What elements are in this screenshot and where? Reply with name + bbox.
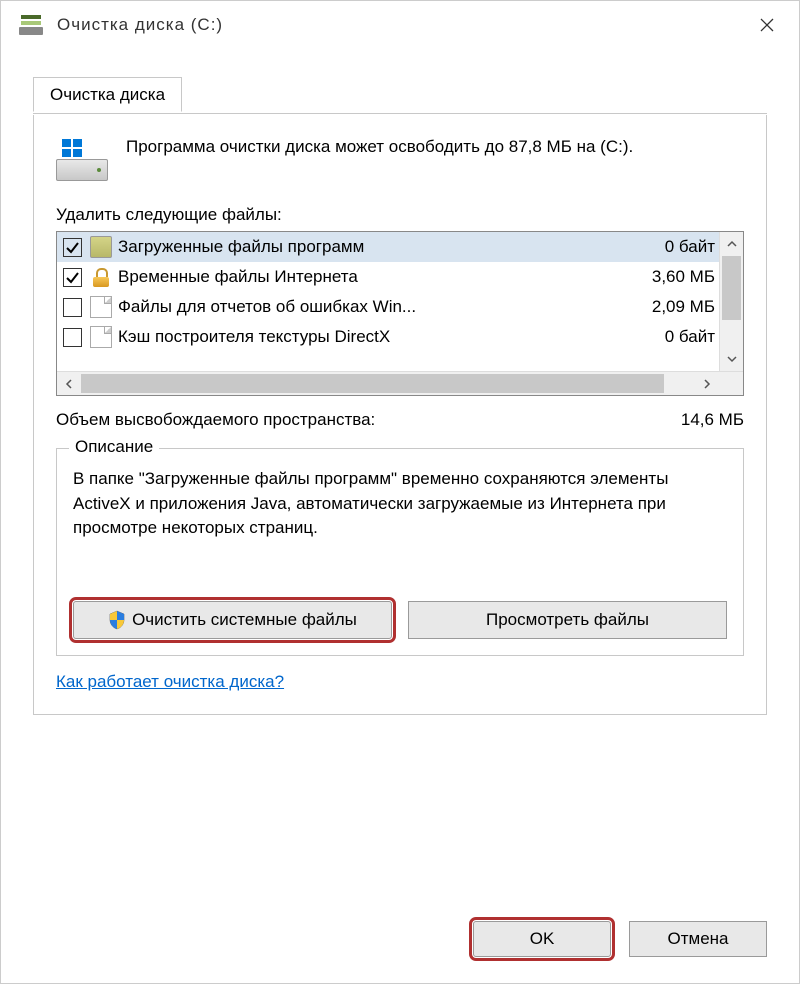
item-size: 2,09 МБ [652,297,715,317]
checkbox[interactable] [63,268,82,287]
description-title: Описание [69,437,159,457]
item-name: Файлы для отчетов об ошибках Win... [118,297,644,317]
description-group: Описание В папке "Загруженные файлы прог… [56,448,744,656]
close-icon [759,17,775,33]
disk-cleanup-window: Очистка диска (C:) Очистка диска Програм… [0,0,800,984]
scroll-thumb-h[interactable] [81,374,664,393]
list-label: Удалить следующие файлы: [56,205,744,225]
titlebar: Очистка диска (C:) [1,1,799,49]
tab-body: Программа очистки диска может освободить… [33,115,767,715]
scroll-right-icon[interactable] [695,372,719,395]
item-name: Кэш построителя текстуры DirectX [118,327,657,347]
checkbox[interactable] [63,238,82,257]
list-item[interactable]: Файлы для отчетов об ошибках Win... 2,09 … [57,292,719,322]
horizontal-scrollbar[interactable] [57,371,743,395]
scroll-down-icon[interactable] [720,347,743,371]
info-text: Программа очистки диска может освободить… [126,135,633,159]
footer-buttons: OK Отмена [473,921,767,957]
how-it-works-link[interactable]: Как работает очистка диска? [56,672,284,691]
vertical-scrollbar[interactable] [719,232,743,371]
checkbox[interactable] [63,328,82,347]
list-item[interactable]: Загруженные файлы программ 0 байт [57,232,719,262]
view-files-button[interactable]: Просмотреть файлы [408,601,727,639]
item-size: 0 байт [665,237,715,257]
tab-header: Очистка диска [33,77,767,115]
close-button[interactable] [739,5,795,45]
item-size: 3,60 МБ [652,267,715,287]
item-size: 0 байт [665,327,715,347]
item-name: Временные файлы Интернета [118,267,644,287]
window-title: Очистка диска (C:) [57,15,739,35]
file-icon [90,296,112,318]
description-text: В папке "Загруженные файлы программ" вре… [73,467,727,541]
shield-icon [108,610,126,630]
list-item[interactable]: Временные файлы Интернета 3,60 МБ [57,262,719,292]
total-label: Объем высвобождаемого пространства: [56,410,375,430]
file-icon [90,326,112,348]
total-value: 14,6 МБ [681,410,744,430]
item-name: Загруженные файлы программ [118,237,657,257]
scroll-thumb[interactable] [722,256,741,320]
scroll-up-icon[interactable] [720,232,743,256]
cancel-button[interactable]: Отмена [629,921,767,957]
scroll-left-icon[interactable] [57,372,81,395]
app-icon [19,13,43,37]
folder-icon [90,236,112,258]
disk-icon [56,139,108,181]
file-list: Загруженные файлы программ 0 байт Временны… [56,231,744,396]
tab-cleanup[interactable]: Очистка диска [33,77,182,112]
list-item[interactable]: Кэш построителя текстуры DirectX 0 байт [57,322,719,352]
lock-icon [90,266,112,288]
ok-button[interactable]: OK [473,921,611,957]
checkbox[interactable] [63,298,82,317]
clean-system-files-button[interactable]: Очистить системные файлы [73,601,392,639]
